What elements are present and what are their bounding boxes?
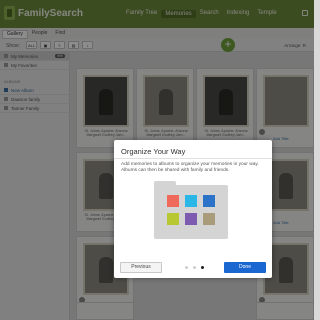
previous-button[interactable]: Previous — [120, 262, 162, 273]
dialog-footer: Previous Done — [114, 260, 272, 278]
divider — [114, 158, 272, 159]
album-tile — [185, 195, 197, 207]
onboarding-dialog: Organize Your Way Add memories to albums… — [114, 140, 272, 278]
album-tile — [203, 213, 215, 225]
page-dot[interactable] — [201, 266, 204, 269]
page-dot[interactable] — [193, 266, 196, 269]
album-tile — [167, 195, 179, 207]
page-indicator — [185, 266, 204, 269]
page-dot[interactable] — [185, 266, 188, 269]
done-button[interactable]: Done — [224, 262, 266, 273]
album-tile — [167, 213, 179, 225]
dialog-description: Add memories to albums to organize your … — [121, 162, 259, 173]
album-tile — [203, 195, 215, 207]
album-folder-icon — [154, 185, 228, 239]
album-tile — [185, 213, 197, 225]
dialog-title: Organize Your Way — [121, 147, 186, 156]
